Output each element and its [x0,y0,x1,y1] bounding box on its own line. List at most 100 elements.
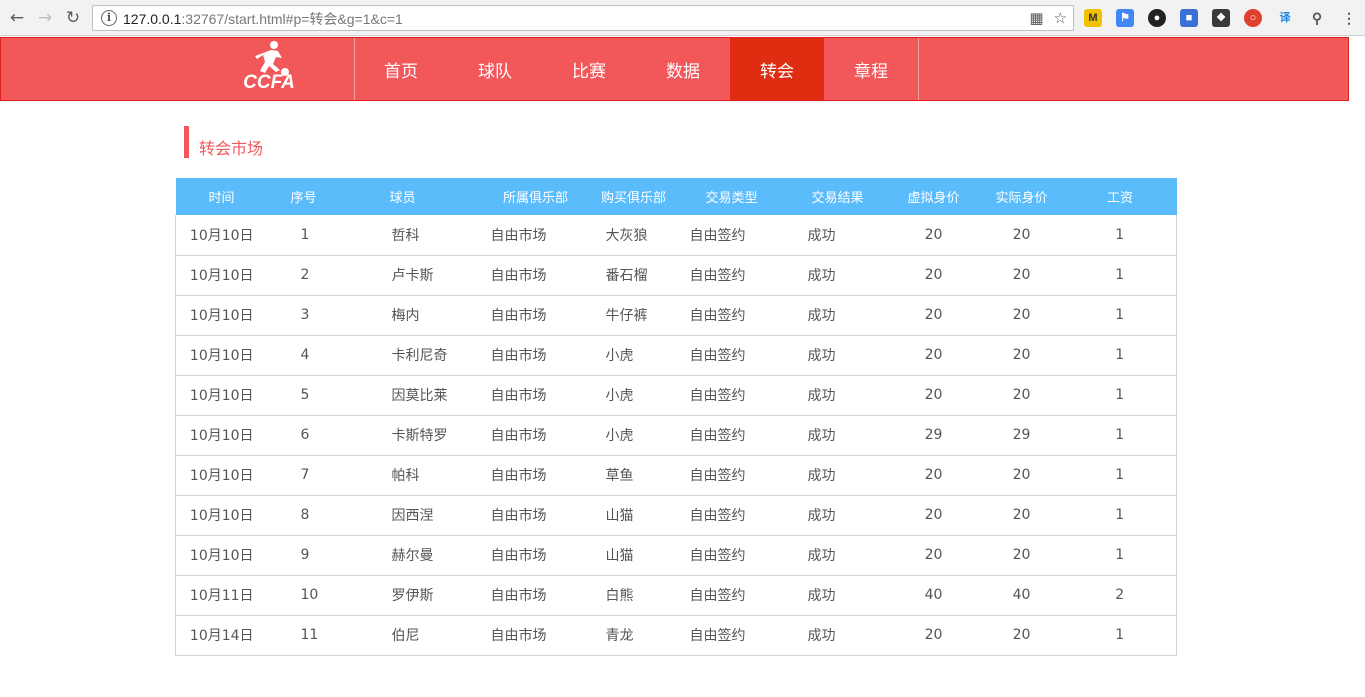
site-header: CCFA 首页 球队 比赛 数据 转会 章程 [0,37,1349,101]
transfer-table: 时间 序号 球员 所属俱乐部 购买俱乐部 交易类型 交易结果 虚拟身价 实际身价… [175,178,1177,656]
url-host: 127.0.0.1 [123,11,182,27]
nav-item-teams[interactable]: 球队 [448,38,542,100]
cell-index: 6 [300,427,310,443]
cell-salary: 1 [1115,226,1125,243]
cell-trade-result: 成功 [807,268,836,284]
reload-icon[interactable]: ↻ [62,7,84,29]
cell-virtual-value: 20 [924,387,943,403]
col-header-time: 时间 [208,191,235,206]
extension-search-icon[interactable]: ⚲ [1308,9,1326,27]
col-header-trade-result: 交易结果 [811,191,864,206]
extension-flag-icon[interactable]: ⚑ [1116,9,1134,27]
cell-index: 2 [300,267,310,283]
bookmark-star-icon[interactable]: ☆ [1054,9,1067,27]
cell-virtual-value: 20 [924,467,943,483]
extension-camera-icon[interactable]: ● [1148,9,1166,27]
cell-from-club: 自由市场 [490,588,547,604]
cell-to-club: 牛仔裤 [605,308,648,324]
cell-virtual-value: 20 [924,226,943,243]
cell-trade-result: 成功 [807,468,836,484]
cell-salary: 1 [1115,467,1125,483]
cell-to-club: 山猫 [605,548,634,564]
cell-from-club: 自由市场 [490,428,547,444]
table-row: 10月10日 3 梅内 自由市场 牛仔裤 自由签约 成功 20 20 1 [175,295,1177,335]
cell-time: 10月10日 [189,428,254,444]
cell-time: 10月14日 [189,628,254,644]
table-row: 10月11日 10 罗伊斯 自由市场 白熊 自由签约 成功 40 40 2 [175,575,1177,615]
col-header-to-club: 购买俱乐部 [600,191,666,206]
extension-translate-icon[interactable]: 译 [1276,9,1294,27]
nav-item-stats[interactable]: 数据 [636,38,730,100]
table-row: 10月14日 11 伯尼 自由市场 青龙 自由签约 成功 20 20 1 [175,615,1177,655]
cell-time: 10月10日 [189,468,254,484]
cell-trade-result: 成功 [807,628,836,644]
back-arrow-icon[interactable]: ← [6,7,28,29]
forward-arrow-icon[interactable]: → [34,7,56,29]
cell-player: 梅内 [391,308,420,324]
cell-player: 伯尼 [391,628,420,644]
cell-index: 10 [300,587,319,603]
cell-trade-type: 自由签约 [689,548,746,564]
cell-actual-value: 20 [1012,226,1031,243]
nav-item-rules[interactable]: 章程 [824,38,918,100]
col-header-player: 球员 [389,191,416,206]
extension-circle-icon[interactable]: ○ [1244,9,1262,27]
cell-index: 4 [300,347,310,363]
cell-trade-type: 自由签约 [689,227,746,244]
cell-player: 卢卡斯 [391,268,434,284]
cell-to-club: 小虎 [605,428,634,444]
cell-salary: 1 [1115,387,1125,403]
cell-player: 哲科 [391,227,420,244]
cell-trade-type: 自由签约 [689,268,746,284]
cell-actual-value: 20 [1012,467,1031,483]
cell-actual-value: 20 [1012,627,1031,643]
cell-salary: 1 [1115,547,1125,563]
url-text[interactable]: 127.0.0.1:32767/start.html#p=转会&g=1&c=1 [123,9,403,29]
cell-time: 10月10日 [189,227,254,244]
cell-from-club: 自由市场 [490,468,547,484]
cell-trade-type: 自由签约 [689,428,746,444]
cell-actual-value: 29 [1012,427,1031,443]
col-header-salary: 工资 [1106,191,1133,206]
nav-item-transfers[interactable]: 转会 [730,38,824,100]
table-row: 10月10日 2 卢卡斯 自由市场 番石榴 自由签约 成功 20 20 1 [175,255,1177,295]
cell-virtual-value: 40 [924,587,943,603]
cell-trade-result: 成功 [807,428,836,444]
menu-dots-icon[interactable]: ⋮ [1340,9,1358,27]
cell-index: 5 [300,387,310,403]
cell-player: 卡斯特罗 [391,428,448,444]
col-header-from-club: 所属俱乐部 [502,191,568,206]
cell-time: 10月11日 [189,588,254,604]
cell-player: 因莫比莱 [391,388,448,404]
cell-trade-type: 自由签约 [689,388,746,404]
cell-salary: 1 [1115,267,1125,283]
table-row: 10月10日 8 因西涅 自由市场 山猫 自由签约 成功 20 20 1 [175,495,1177,535]
cell-salary: 1 [1115,627,1125,643]
extension-window-icon[interactable]: ■ [1180,9,1198,27]
cell-salary: 2 [1115,587,1125,603]
cell-time: 10月10日 [189,268,254,284]
cell-salary: 1 [1115,427,1125,443]
cell-time: 10月10日 [189,548,254,564]
ccfa-logo[interactable]: CCFA [238,40,300,98]
cell-to-club: 山猫 [605,508,634,524]
cell-virtual-value: 20 [924,307,943,323]
extension-puzzle-icon[interactable]: ❖ [1212,9,1230,27]
cell-trade-result: 成功 [807,508,836,524]
address-bar[interactable]: i 127.0.0.1:32767/start.html#p=转会&g=1&c=… [92,5,1074,31]
cell-trade-type: 自由签约 [689,348,746,364]
extension-m-icon[interactable]: M [1084,9,1102,27]
cell-trade-result: 成功 [807,548,836,564]
nav-item-home[interactable]: 首页 [354,38,448,100]
cell-player: 卡利尼奇 [391,348,448,364]
cell-trade-result: 成功 [807,588,836,604]
translate-icon[interactable]: ▦ [1029,9,1043,27]
cell-index: 9 [300,547,310,563]
nav-item-matches[interactable]: 比赛 [542,38,636,100]
cell-time: 10月10日 [189,388,254,404]
cell-salary: 1 [1115,507,1125,523]
cell-salary: 1 [1115,307,1125,323]
table-row: 10月10日 5 因莫比莱 自由市场 小虎 自由签约 成功 20 20 1 [175,375,1177,415]
cell-to-club: 草鱼 [605,468,634,484]
info-icon[interactable]: i [101,10,117,26]
